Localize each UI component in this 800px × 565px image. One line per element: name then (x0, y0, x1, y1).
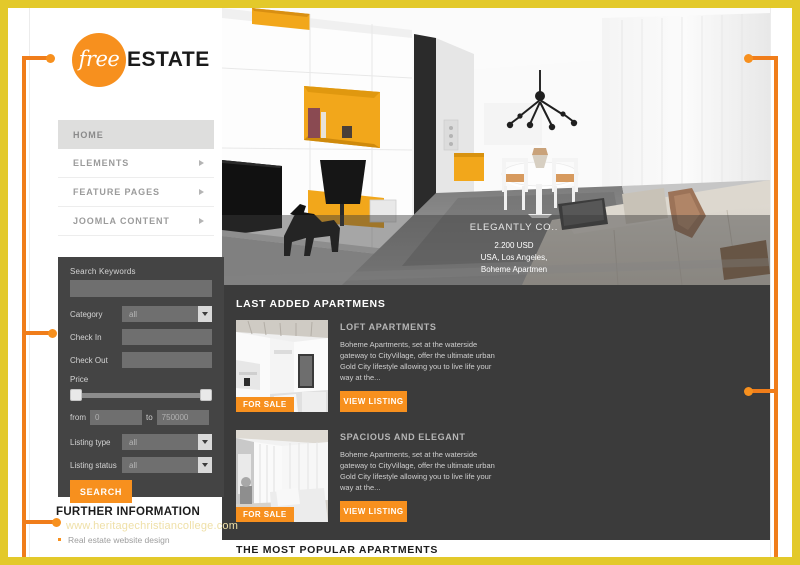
page-watermark: www.heritagechristiancollege.com (66, 520, 239, 532)
frame-border-right (792, 0, 800, 565)
nav-label-elements: ELEMENTS (73, 158, 130, 168)
frame-border-bottom (0, 557, 800, 565)
further-information-section: FURTHER INFORMATION www.heritagechristia… (56, 506, 239, 557)
annotation-branch-further-info (22, 520, 56, 524)
chevron-right-icon (199, 160, 204, 166)
listing-status-badge: FOR SALE (236, 397, 294, 412)
category-selected-value: all (129, 309, 138, 319)
listing-description: Boheme Apartments, set at the waterside … (340, 340, 495, 382)
checkout-row: Check Out (70, 352, 212, 368)
checkin-label: Check In (70, 332, 102, 342)
listing-status-label: Listing status (70, 460, 117, 470)
checkin-row: Check In (70, 329, 212, 345)
price-from-input[interactable]: 0 (90, 410, 142, 425)
view-listing-button[interactable]: VIEW LISTING (340, 501, 407, 522)
hero-caption: ELEGANTLY CO.. 2.200 USD USA, Los Angele… (454, 222, 574, 276)
price-label: Price (70, 375, 89, 384)
annotation-rail-right (774, 56, 778, 557)
property-search-panel: Search Keywords Category all Check In Ch… (58, 257, 224, 503)
category-select[interactable]: all (122, 306, 212, 322)
hero-property-name: Boheme Apartmen (480, 265, 548, 274)
sidebar-item-home[interactable]: HOME (58, 120, 214, 149)
hero-property-location: USA, Los Angeles, (480, 253, 548, 262)
frame-border-top (0, 0, 800, 8)
hero-property-title: ELEGANTLY CO.. (469, 222, 559, 233)
annotation-dot-logo (46, 53, 55, 63)
listing-status-badge: FOR SALE (236, 507, 294, 522)
listing-description: Boheme Apartments, set at the waterside … (340, 450, 495, 492)
chevron-down-icon (198, 306, 212, 322)
slider-knob-min[interactable] (70, 389, 82, 401)
further-information-title: FURTHER INFORMATION (56, 506, 201, 518)
chevron-right-icon (199, 218, 204, 224)
listing-card[interactable]: FOR SALE SPACIOUS AND ELEGANT Boheme Apa… (236, 430, 496, 534)
checkin-input[interactable] (122, 329, 212, 345)
slider-track (73, 393, 209, 398)
main-content: ELEGANTLY CO.. 2.200 USD USA, Los Angele… (222, 8, 770, 557)
further-information-list: Real estate website design Free Joomla t… (56, 535, 236, 557)
frame-border-left (0, 0, 8, 565)
sidebar-item-feature-pages[interactable]: FEATURE PAGES (58, 178, 214, 207)
annotation-dot-hero (744, 53, 753, 63)
category-label: Category (70, 309, 103, 319)
last-added-apartments-section: LAST ADDED APARTMENS FOR SALE LOFT APART… (222, 285, 770, 557)
main-navigation: HOME ELEMENTS FEATURE PAGES JOOMLA CONTE… (58, 120, 214, 236)
price-from-label: from (70, 413, 86, 422)
sidebar-item-joomla-content[interactable]: JOOMLA CONTENT (58, 207, 214, 236)
annotation-rail-left (22, 56, 26, 557)
listing-thumbnail[interactable]: FOR SALE (236, 320, 328, 412)
listing-card-body: LOFT APARTMENTS Boheme Apartments, set a… (328, 320, 496, 424)
listing-type-label: Listing type (70, 437, 111, 447)
listing-status-select[interactable]: all (122, 457, 212, 473)
logo-circle-icon: free (72, 33, 126, 87)
price-range-inputs: from 0 to 750000 (70, 410, 212, 425)
annotation-dot-listings (744, 386, 753, 396)
page-canvas: free ESTATE HOME ELEMENTS FEATURE PAGES … (8, 8, 792, 557)
listing-card[interactable]: FOR SALE LOFT APARTMENTS Boheme Apartmen… (236, 320, 496, 424)
chevron-down-icon (198, 457, 212, 473)
listing-status-row: Listing status all (70, 457, 212, 473)
annotation-dot-further-info (52, 517, 61, 527)
listing-title[interactable]: LOFT APARTMENTS (340, 322, 496, 332)
sidebar-item-elements[interactable]: ELEMENTS (58, 149, 214, 178)
list-item[interactable]: Real estate website design (56, 535, 236, 545)
price-to-label: to (146, 413, 153, 422)
listing-status-selected-value: all (129, 460, 138, 470)
listing-thumbnail[interactable]: FOR SALE (236, 430, 328, 522)
slider-knob-max[interactable] (200, 389, 212, 401)
listing-type-select[interactable]: all (122, 434, 212, 450)
site-logo[interactable]: free ESTATE (72, 33, 210, 87)
price-to-input[interactable]: 750000 (156, 410, 209, 425)
checkout-input[interactable] (122, 352, 212, 368)
search-keywords-label: Search Keywords (70, 267, 136, 276)
hero-banner[interactable]: ELEGANTLY CO.. 2.200 USD USA, Los Angele… (222, 8, 770, 285)
view-listing-button[interactable]: VIEW LISTING (340, 391, 407, 412)
chevron-down-icon (198, 434, 212, 450)
nav-label-joomla-content: JOOMLA CONTENT (73, 216, 170, 226)
search-button[interactable]: SEARCH (70, 480, 132, 503)
listing-title[interactable]: SPACIOUS AND ELEGANT (340, 432, 496, 442)
listing-type-selected-value: all (129, 437, 138, 447)
nav-label-home: HOME (73, 129, 104, 140)
hero-property-price: 2.200 USD (494, 241, 534, 250)
checkout-label: Check Out (70, 355, 108, 365)
logo-word-text: ESTATE (127, 48, 210, 71)
sidebar: free ESTATE HOME ELEMENTS FEATURE PAGES … (48, 8, 238, 557)
chevron-right-icon (199, 189, 204, 195)
nav-label-feature-pages: FEATURE PAGES (73, 187, 160, 197)
search-keywords-input[interactable] (70, 280, 212, 297)
section-title-most-popular: THE MOST POPULAR APARTMENTS (236, 544, 439, 556)
category-row: Category all (70, 306, 212, 322)
listing-card-grid: FOR SALE LOFT APARTMENTS Boheme Apartmen… (236, 320, 756, 557)
annotation-dot-search (48, 328, 57, 338)
listing-card-body: SPACIOUS AND ELEGANT Boheme Apartments, … (328, 430, 496, 534)
logo-mark-text: free (78, 47, 120, 71)
listing-type-row: Listing type all (70, 434, 212, 450)
price-range-slider[interactable] (70, 389, 212, 401)
most-popular-section: THE MOST POPULAR APARTMENTS (222, 540, 770, 557)
section-title-last-added: LAST ADDED APARTMENS (236, 298, 386, 310)
